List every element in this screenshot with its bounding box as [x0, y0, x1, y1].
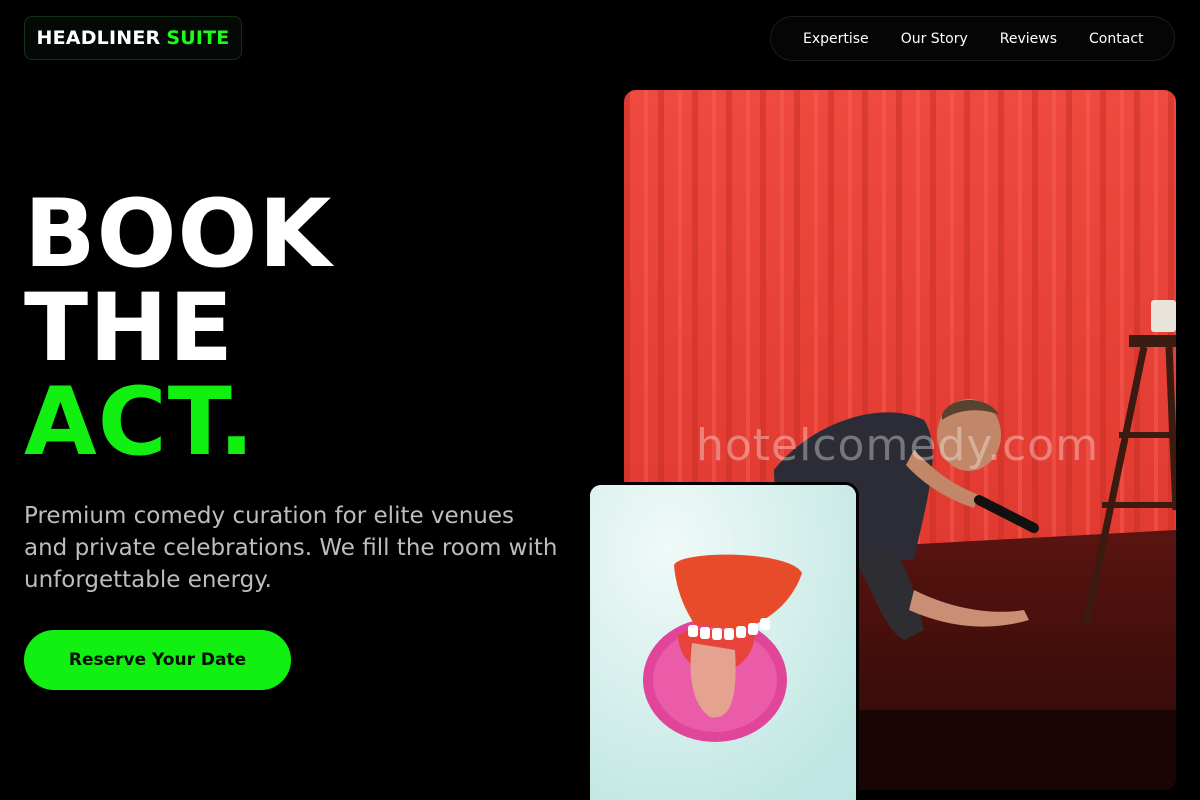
- hero-title: BOOK THE ACT.: [24, 188, 332, 470]
- hero-title-line-3: ACT.: [24, 368, 256, 477]
- nav-item-reviews[interactable]: Reviews: [984, 31, 1073, 47]
- landing-page: HEADLINER SUITE Expertise Our Story Revi…: [0, 0, 1200, 800]
- brand-logo[interactable]: HEADLINER SUITE: [24, 16, 242, 60]
- main-nav: Expertise Our Story Reviews Contact: [770, 16, 1175, 61]
- teeth-toy-photo: [587, 482, 859, 800]
- hero-title-line-2: THE: [24, 274, 235, 383]
- nav-item-expertise[interactable]: Expertise: [787, 31, 885, 47]
- reserve-date-button[interactable]: Reserve Your Date: [24, 630, 291, 690]
- teeth-toy-illustration: [590, 485, 856, 800]
- nav-item-our-story[interactable]: Our Story: [885, 31, 984, 47]
- watermark-text: hotelcomedy.com: [696, 420, 1100, 471]
- brand-name: HEADLINER: [36, 27, 161, 49]
- brand-name-accent: SUITE: [166, 27, 230, 49]
- hero-title-line-1: BOOK: [24, 180, 333, 289]
- nav-item-contact[interactable]: Contact: [1073, 31, 1159, 47]
- hero-subtitle: Premium comedy curation for elite venues…: [24, 503, 558, 593]
